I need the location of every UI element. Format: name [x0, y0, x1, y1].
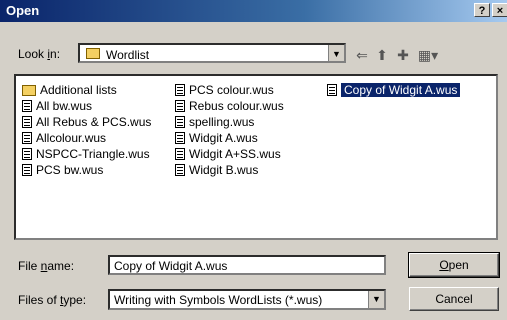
file-name-label: File name: [18, 259, 75, 273]
file-icon [327, 84, 337, 96]
file-icon [22, 116, 32, 128]
title-bar: Open ? × [0, 0, 507, 22]
list-item[interactable]: Copy of Widgit A.wus [327, 82, 462, 98]
chevron-down-icon[interactable]: ▼ [368, 291, 384, 308]
files-of-type-label: Files of type: [18, 293, 87, 307]
list-item[interactable]: Additional lists [22, 82, 151, 98]
file-column-2: PCS colour.wus Rebus colour.wus spelling.w… [175, 82, 284, 178]
close-button[interactable]: × [492, 3, 507, 17]
list-item-label: Additional lists [40, 83, 117, 97]
list-item[interactable]: Rebus colour.wus [175, 98, 284, 114]
list-item[interactable]: All Rebus & PCS.wus [22, 114, 151, 130]
cancel-button[interactable]: Cancel [409, 287, 499, 311]
open-button[interactable]: Open [408, 252, 500, 278]
file-icon [22, 100, 32, 112]
list-item-label: Widgit A.wus [189, 131, 258, 145]
file-icon [175, 100, 185, 112]
view-menu-icon[interactable]: ▦▾ [416, 47, 440, 63]
list-item[interactable]: PCS colour.wus [175, 82, 284, 98]
list-item[interactable]: Widgit A.wus [175, 130, 284, 146]
list-item-label: spelling.wus [189, 115, 255, 129]
back-arrow-icon[interactable]: ⇐ [353, 47, 371, 63]
list-item[interactable]: Allcolour.wus [22, 130, 151, 146]
look-in-label: Look in: [18, 47, 61, 61]
list-item-label: All bw.wus [36, 99, 93, 113]
file-icon [175, 164, 185, 176]
list-item[interactable]: All bw.wus [22, 98, 151, 114]
new-folder-icon[interactable]: ✚ [394, 47, 412, 63]
file-type-value: Writing with Symbols WordLists (*.wus) [114, 293, 323, 307]
list-item-label: Widgit A+SS.wus [189, 147, 281, 161]
file-icon [175, 116, 185, 128]
list-item[interactable]: spelling.wus [175, 114, 284, 130]
file-icon [175, 148, 185, 160]
look-in-value: Wordlist [106, 48, 150, 62]
list-item[interactable]: PCS bw.wus [22, 162, 151, 178]
file-name-input[interactable]: Copy of Widgit A.wus [108, 255, 386, 275]
list-item[interactable]: NSPCC-Triangle.wus [22, 146, 151, 162]
list-item[interactable]: Widgit A+SS.wus [175, 146, 284, 162]
list-item-label: Rebus colour.wus [189, 99, 284, 113]
list-item-label: PCS bw.wus [36, 163, 104, 177]
file-column-3: Copy of Widgit A.wus [327, 82, 462, 98]
file-list[interactable]: Additional lists All bw.wus All Rebus & PC… [14, 74, 498, 240]
chevron-down-icon[interactable]: ▼ [328, 45, 344, 61]
file-icon [22, 148, 32, 160]
file-type-select[interactable]: Writing with Symbols WordLists (*.wus) ▼ [108, 289, 386, 310]
file-icon [175, 84, 185, 96]
window-title: Open [6, 3, 40, 18]
list-item[interactable]: Widgit B.wus [175, 162, 284, 178]
file-icon [22, 164, 32, 176]
folder-icon [22, 85, 36, 96]
list-item-label: All Rebus & PCS.wus [36, 115, 152, 129]
help-button[interactable]: ? [474, 3, 490, 17]
list-item-label: PCS colour.wus [189, 83, 274, 97]
look-in-dropdown[interactable]: Wordlist ▼ [78, 43, 346, 63]
list-item-label: Copy of Widgit A.wus [339, 82, 462, 98]
list-item-label: NSPCC-Triangle.wus [36, 147, 150, 161]
file-icon [22, 132, 32, 144]
list-item-label: Widgit B.wus [189, 163, 259, 177]
up-folder-icon[interactable]: ⬆ [373, 47, 391, 63]
list-item-label: Allcolour.wus [36, 131, 107, 145]
folder-icon [86, 48, 100, 59]
file-column-1: Additional lists All bw.wus All Rebus & PC… [22, 82, 151, 178]
file-icon [175, 132, 185, 144]
